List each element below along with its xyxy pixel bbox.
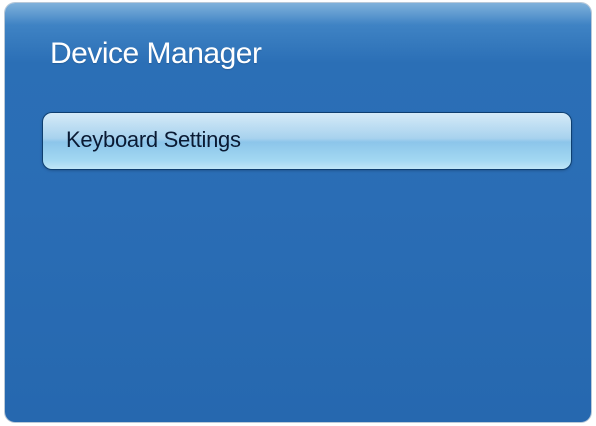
menu-item-keyboard-settings[interactable]: Keyboard Settings <box>43 113 571 169</box>
page-title: Device Manager <box>50 37 262 70</box>
device-manager-window: Device Manager Keyboard Settings <box>5 3 591 422</box>
menu-item-label: Keyboard Settings <box>66 127 241 152</box>
